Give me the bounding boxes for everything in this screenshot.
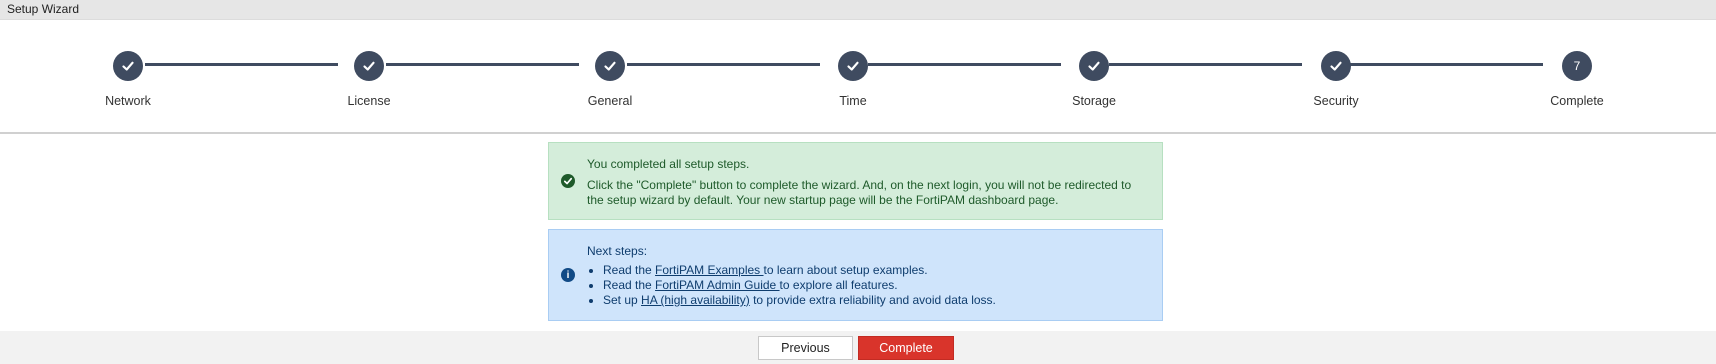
ha-link[interactable]: HA (high availability) (641, 293, 750, 307)
item-text: to explore all features. (779, 278, 898, 292)
step-label: Time (839, 94, 867, 108)
check-circle-icon (561, 174, 575, 188)
step-number-circle: 7 (1562, 51, 1592, 81)
success-alert: You completed all setup steps. Click the… (548, 142, 1163, 220)
step-label: Network (105, 94, 151, 108)
step-complete-circle (1321, 51, 1351, 81)
info-alert: i Next steps: Read the FortiPAM Examples… (548, 229, 1163, 321)
next-steps-list: Read the FortiPAM Examples to learn abou… (587, 263, 996, 308)
list-item: Read the FortiPAM Examples to learn abou… (603, 263, 996, 278)
list-item: Set up HA (high availability) to provide… (603, 293, 996, 308)
section-divider (0, 132, 1716, 134)
item-text: to learn about setup examples. (763, 263, 928, 277)
footer-bar: Previous Complete (0, 331, 1716, 364)
checkmark-icon (1088, 61, 1100, 71)
step-time[interactable]: Time (783, 20, 923, 132)
step-complete-circle (838, 51, 868, 81)
success-title: You completed all setup steps. (587, 157, 750, 171)
step-network[interactable]: Network (58, 20, 198, 132)
item-text: Set up (603, 293, 642, 307)
info-title: Next steps: (587, 244, 648, 258)
step-label: General (587, 94, 633, 108)
wizard-stepper: Network License General Time Storage Sec… (0, 20, 1716, 132)
step-security[interactable]: Security (1266, 20, 1406, 132)
success-body: Click the "Complete" button to complete … (587, 178, 1132, 207)
checkmark-icon (363, 61, 375, 71)
info-circle-icon: i (561, 268, 575, 282)
item-text: Read the (603, 263, 656, 277)
checkmark-icon (604, 61, 616, 71)
step-complete-circle (595, 51, 625, 81)
step-label: Storage (1072, 94, 1116, 108)
checkmark-icon (847, 61, 859, 71)
step-label: Security (1313, 94, 1359, 108)
checkmark-icon (122, 61, 134, 71)
checkmark-icon (1330, 61, 1342, 71)
previous-button[interactable]: Previous (758, 336, 853, 360)
step-general[interactable]: General (540, 20, 680, 132)
step-complete[interactable]: 7 Complete (1507, 20, 1647, 132)
step-license[interactable]: License (299, 20, 439, 132)
complete-button[interactable]: Complete (858, 336, 954, 360)
item-text: Read the (603, 278, 656, 292)
fortipam-examples-link[interactable]: FortiPAM Examples (655, 263, 763, 277)
step-complete-circle (113, 51, 143, 81)
step-complete-circle (354, 51, 384, 81)
admin-guide-link[interactable]: FortiPAM Admin Guide (655, 278, 780, 292)
item-text: to provide extra reliability and avoid d… (749, 293, 996, 307)
window-title: Setup Wizard (0, 0, 1716, 20)
step-label: License (347, 94, 391, 108)
list-item: Read the FortiPAM Admin Guide to explore… (603, 278, 996, 293)
step-storage[interactable]: Storage (1024, 20, 1164, 132)
step-complete-circle (1079, 51, 1109, 81)
step-label: Complete (1550, 94, 1604, 108)
